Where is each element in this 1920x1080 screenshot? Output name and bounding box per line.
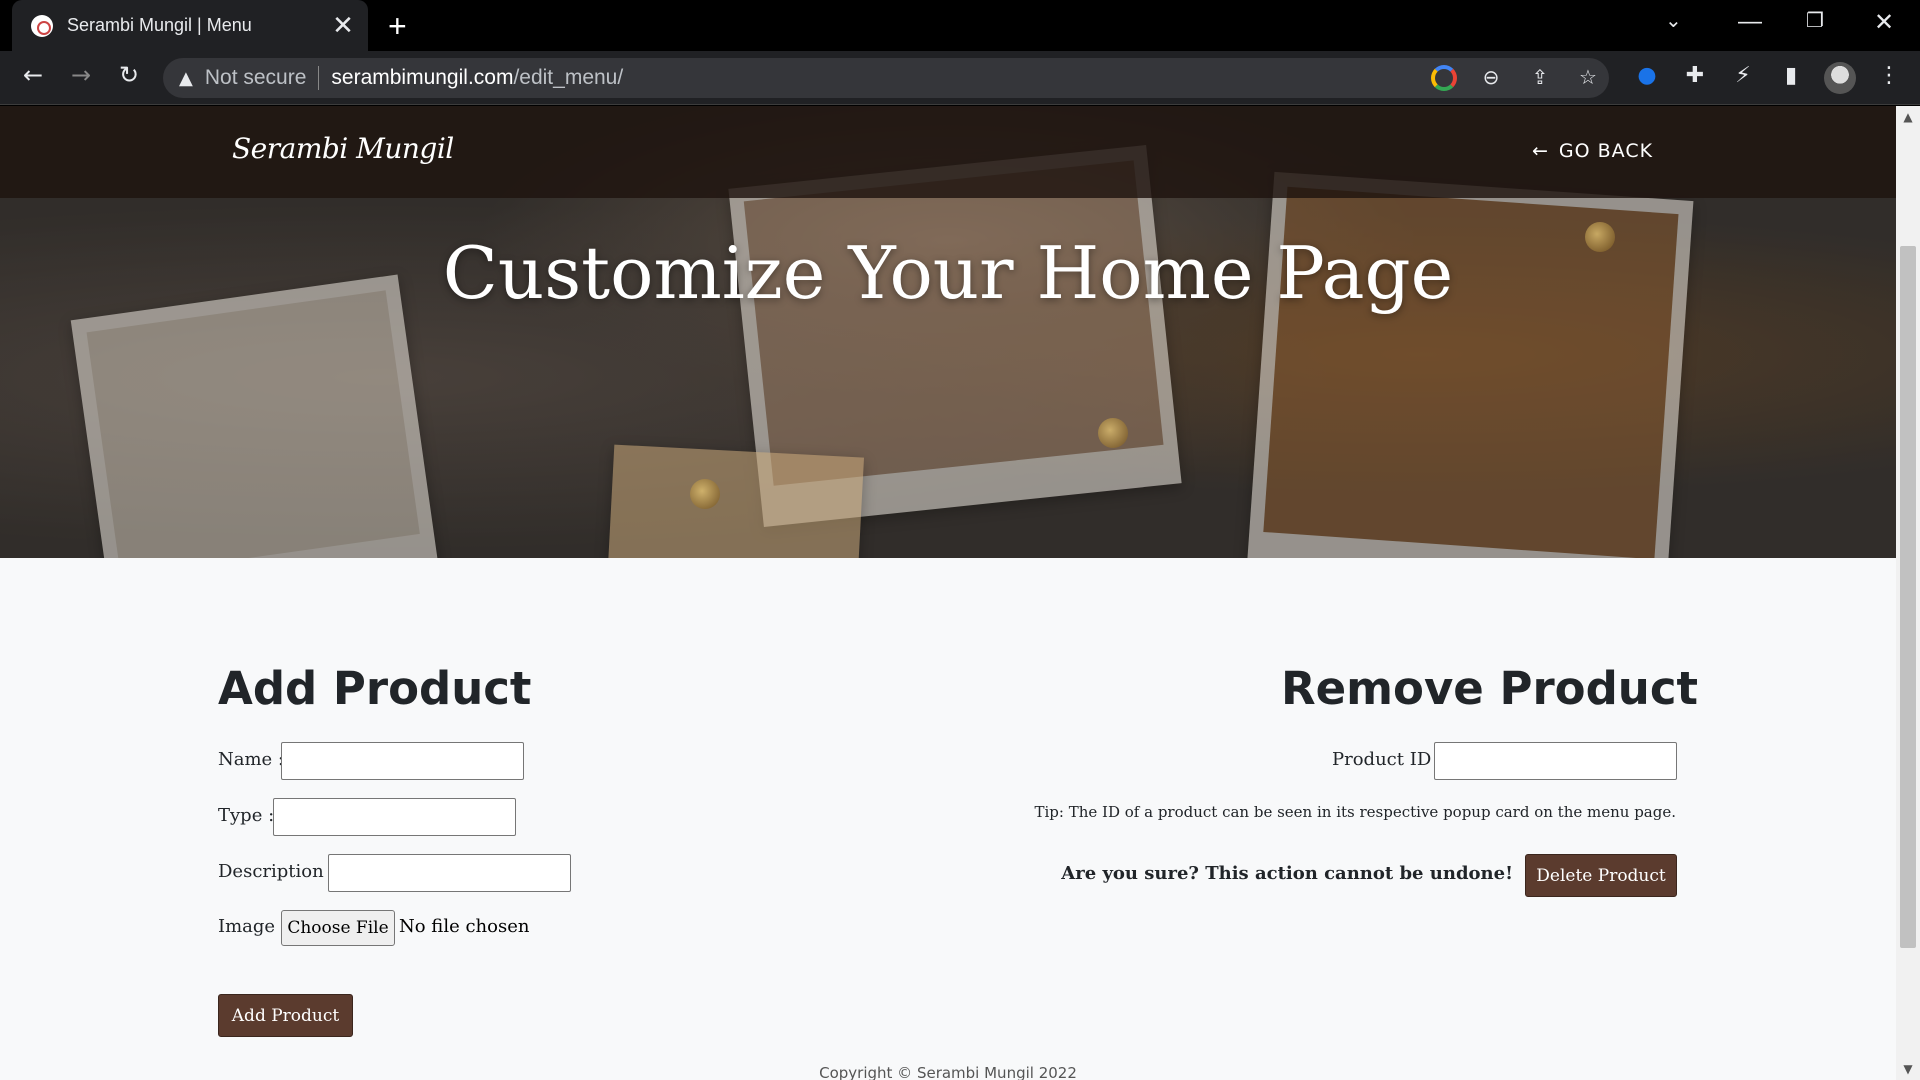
restore-icon[interactable]: ❐ [1806,8,1824,33]
page-title: Customize Your Home Page [442,231,1454,315]
go-back-link[interactable]: ← GO BACK [1532,140,1653,162]
speed-icon[interactable]: ⚡ [1728,63,1758,88]
site-navbar: Serambi Mungil ← GO BACK [0,106,1896,198]
delete-product-button[interactable]: Delete Product [1525,854,1677,897]
hero-photo [605,444,865,558]
hero-photo [70,274,440,558]
description-input[interactable] [328,854,571,892]
scroll-thumb[interactable] [1900,246,1916,948]
choose-file-button[interactable]: Choose File [281,910,395,946]
back-arrow-icon[interactable]: ← [16,61,50,89]
close-tab-icon[interactable]: ✕ [330,10,356,41]
tab-bar: Serambi Mungil | Menu ✕ + ⌄ — ❐ ✕ [0,0,1920,51]
remove-product-heading: Remove Product [1281,662,1699,715]
scroll-down-icon[interactable]: ▼ [1896,1062,1920,1076]
delete-warning: Are you sure? This action cannot be undo… [1061,863,1513,884]
name-label: Name : [218,749,284,770]
site-favicon-icon [31,14,53,37]
page-scrollbar[interactable]: ▲ ▼ [1896,106,1920,1080]
browser-tab[interactable]: Serambi Mungil | Menu ✕ [12,0,368,51]
tab-search-icon[interactable]: ⌄ [1665,8,1682,33]
omnibox-separator [318,66,320,90]
warning-icon: ▲ [179,67,193,89]
close-window-icon[interactable]: ✕ [1874,8,1894,37]
bookmark-star-icon[interactable]: ☆ [1573,65,1603,89]
page-viewport: Serambi Mungil ← GO BACK Customize Your … [0,106,1896,1080]
share-icon[interactable]: ⇪ [1525,65,1555,89]
brand-logo[interactable]: Serambi Mungil [232,132,454,165]
url-path: /edit_menu/ [513,66,624,89]
address-bar[interactable]: ▲ Not secure serambimungil.com /edit_men… [163,58,1609,98]
add-product-heading: Add Product [218,662,532,715]
hero-photo [1246,171,1694,558]
reload-icon[interactable]: ↻ [112,61,146,89]
extension-shield-icon[interactable]: ● [1632,63,1662,88]
minimize-icon[interactable]: — [1738,8,1762,36]
profile-avatar[interactable] [1824,62,1856,94]
pushpin-icon [690,479,720,509]
new-tab-button[interactable]: + [388,8,407,45]
menu-kebab-icon[interactable]: ⋮ [1874,63,1904,88]
name-input[interactable] [281,742,524,780]
footer-copyright: Copyright © Serambi Mungil 2022 [819,1064,1077,1080]
image-label: Image : [218,916,287,937]
side-panel-icon[interactable]: ▮ [1776,63,1806,88]
product-id-input[interactable] [1434,742,1677,780]
zoom-out-icon[interactable]: ⊖ [1476,65,1506,89]
no-file-chosen-text: No file chosen [399,916,530,937]
add-product-button[interactable]: Add Product [218,994,353,1037]
extensions-puzzle-icon[interactable]: ✚ [1680,63,1710,88]
product-id-label: Product ID : [1332,749,1444,770]
go-back-label: GO BACK [1558,140,1654,162]
google-icon[interactable] [1431,65,1457,91]
scroll-up-icon[interactable]: ▲ [1896,110,1920,124]
product-id-tip: Tip: The ID of a product can be seen in … [1034,803,1677,821]
type-input[interactable] [273,798,516,836]
url-host: serambimungil.com [331,66,514,89]
not-secure-label: Not secure [204,66,307,89]
pushpin-icon [1098,418,1128,448]
type-label: Type : [218,805,275,826]
description-label: Description : [218,861,336,882]
back-arrow-icon: ← [1532,140,1549,162]
forward-arrow-icon[interactable]: → [64,61,98,89]
browser-toolbar: ← → ↻ ▲ Not secure serambimungil.com /ed… [0,51,1920,105]
tab-title: Serambi Mungil | Menu [67,15,252,35]
